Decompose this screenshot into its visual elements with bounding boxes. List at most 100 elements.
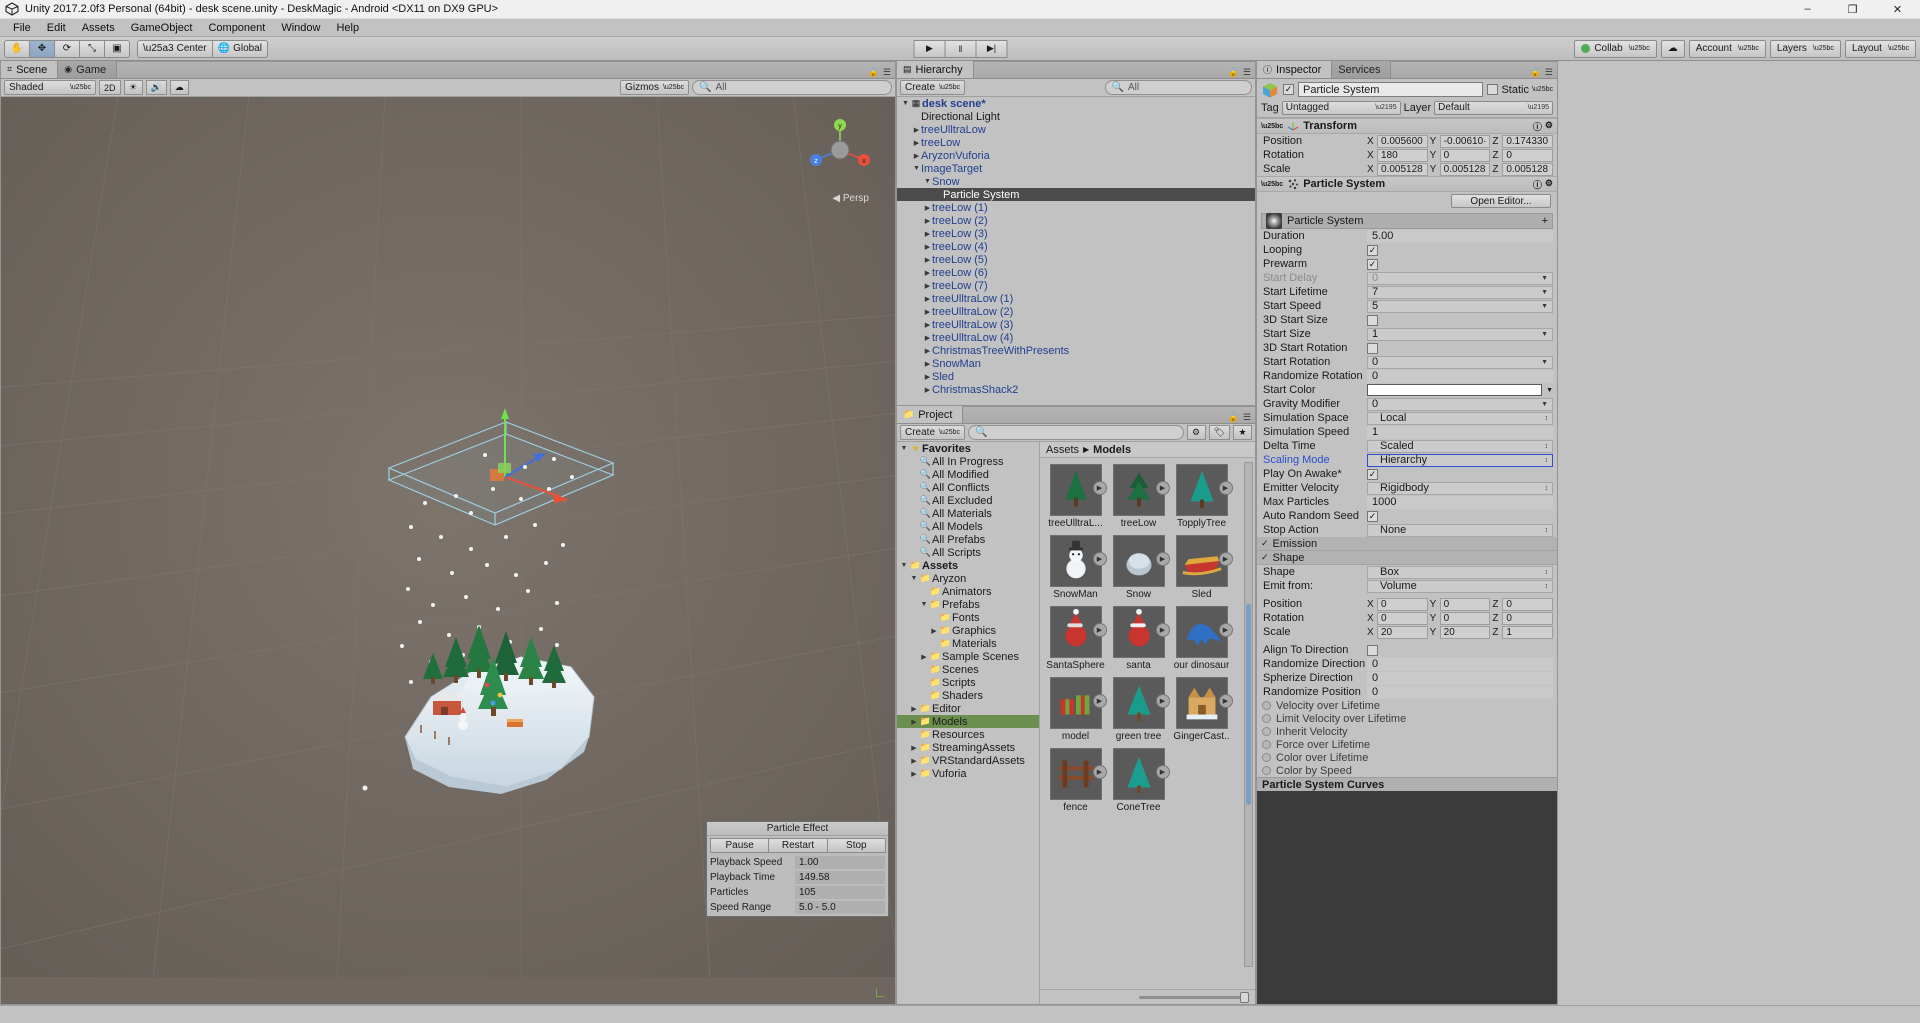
asset-expand-icon[interactable]: ▶ — [1218, 481, 1233, 495]
hierarchy-item[interactable]: ▶ treeUlltraLow (4) — [897, 331, 1255, 344]
toggle-2d-button[interactable]: 2D — [99, 80, 121, 95]
asset-thumbnail[interactable]: ▶ — [1112, 464, 1170, 516]
scale-tool-icon[interactable]: ⤡ — [79, 39, 105, 58]
vector3-y-field[interactable]: 0 — [1439, 148, 1491, 162]
fx-toggle-icon[interactable]: ☁ — [169, 80, 189, 95]
asset-grid[interactable]: ▶ treeUlltraL... ▶ treeLow ▶ TopplyTree ▶ SnowM… — [1040, 458, 1255, 989]
asset-item[interactable]: ▶ Sled — [1170, 535, 1233, 600]
property-value-field[interactable]: 5.00 — [1367, 229, 1553, 243]
expand-triangle-icon[interactable]: ▶ — [923, 256, 932, 264]
lock-icon[interactable]: 🔓 — [1228, 67, 1239, 78]
property-value-field[interactable]: 0 — [1367, 657, 1553, 671]
property-value-field[interactable]: Volume ↕ — [1367, 579, 1553, 593]
expand-triangle-icon[interactable]: ▼ — [899, 445, 909, 452]
module-toggle-row[interactable]: Limit Velocity over Lifetime — [1257, 712, 1557, 725]
property-checkbox[interactable]: ✓ — [1367, 258, 1378, 270]
project-tree-item[interactable]: ▼ 📁 Assets — [897, 559, 1039, 572]
hierarchy-item[interactable]: ▼ Snow — [897, 175, 1255, 188]
project-tree-item[interactable]: 🔍 All Conflicts — [897, 481, 1039, 494]
panel-menu-icon[interactable]: ☰ — [1243, 412, 1251, 423]
expand-triangle-icon[interactable]: ▶ — [923, 282, 932, 290]
layers-button[interactable]: Layers \u25bc — [1769, 39, 1841, 58]
asset-item[interactable]: ▶ treeUlltraL... — [1044, 464, 1107, 529]
module-toggle-icon[interactable] — [1262, 701, 1271, 710]
move-tool-icon[interactable]: ✥ — [29, 39, 55, 58]
hierarchy-item[interactable]: Directional Light — [897, 110, 1255, 123]
project-tree-item[interactable]: 🔍 All In Progress — [897, 455, 1039, 468]
collab-button[interactable]: Collab \u25bc — [1574, 39, 1657, 58]
project-tree-item[interactable]: ▶ 📁 VRStandardAssets — [897, 754, 1039, 767]
property-value-field[interactable]: Scaled ↕ — [1367, 439, 1553, 453]
project-tree-item[interactable]: ▼ 📁 Aryzon — [897, 572, 1039, 585]
collapse-triangle-icon[interactable]: \u25bc — [1261, 181, 1283, 188]
minimize-button[interactable]: – — [1785, 0, 1830, 19]
property-checkbox[interactable] — [1367, 314, 1378, 326]
expand-triangle-icon[interactable]: ▶ — [909, 770, 919, 778]
thumbnail-size-slider[interactable] — [1139, 991, 1249, 1003]
particle-curves-header[interactable]: Particle System Curves — [1257, 777, 1557, 791]
project-tree-item[interactable]: ▶ 📁 Models — [897, 715, 1039, 728]
asset-thumbnail[interactable]: ▶ — [1175, 677, 1233, 729]
asset-thumbnail[interactable]: ▶ — [1175, 606, 1233, 658]
expand-triangle-icon[interactable]: ▶ — [909, 757, 919, 765]
expand-triangle-icon[interactable]: ▶ — [919, 653, 929, 661]
panel-menu-icon[interactable]: ☰ — [883, 67, 891, 78]
project-tree-item[interactable]: ▶ 📁 Graphics — [897, 624, 1039, 637]
hierarchy-item[interactable]: ▶ treeUlltraLow — [897, 123, 1255, 136]
hierarchy-search-input[interactable]: 🔍 All — [1104, 80, 1253, 95]
project-tree-item[interactable]: 🔍 All Modified — [897, 468, 1039, 481]
transform-component-header[interactable]: \u25bc Transform ⓘ ⚙ — [1257, 118, 1557, 134]
check-icon[interactable]: ✓ — [1261, 538, 1269, 549]
asset-expand-icon[interactable]: ▶ — [1155, 694, 1170, 708]
expand-triangle-icon[interactable]: ▼ — [919, 601, 929, 608]
project-tree-item[interactable]: 📁 Materials — [897, 637, 1039, 650]
project-folder-tree[interactable]: ▼ ★ Favorites 🔍 All In Progress 🔍 All Modified… — [897, 442, 1040, 1004]
expand-triangle-icon[interactable]: ▶ — [912, 126, 921, 134]
expand-triangle-icon[interactable]: ▶ — [923, 204, 932, 212]
property-value-field[interactable]: Local ↕ — [1367, 411, 1553, 425]
chevron-down-icon[interactable]: \u25bc — [1532, 86, 1553, 93]
asset-expand-icon[interactable]: ▶ — [1155, 623, 1170, 637]
asset-thumbnail[interactable]: ▶ — [1049, 535, 1107, 587]
panel-menu-icon[interactable]: ☰ — [1243, 67, 1251, 78]
pause-particle-button[interactable]: Pause — [710, 838, 770, 853]
chevron-down-icon[interactable]: ▼ — [1541, 303, 1548, 310]
gizmos-dropdown[interactable]: Gizmos \u25bc — [620, 80, 689, 95]
project-tree-item[interactable]: 📁 Scripts — [897, 676, 1039, 689]
asset-item[interactable]: ▶ GingerCast.. — [1170, 677, 1233, 742]
asset-expand-icon[interactable]: ▶ — [1155, 765, 1170, 779]
property-value-field[interactable]: 1 — [1367, 425, 1553, 439]
menu-edit[interactable]: Edit — [39, 19, 74, 37]
vector3-z-field[interactable]: 0.174330 — [1502, 134, 1554, 148]
asset-thumbnail[interactable]: ▶ — [1175, 535, 1233, 587]
hierarchy-item[interactable]: ▶ treeUlltraLow (2) — [897, 305, 1255, 318]
pivot-toggle[interactable]: \u25a3 Center — [137, 39, 213, 58]
restart-particle-button[interactable]: Restart — [768, 838, 828, 853]
maximize-button[interactable]: ❐ — [1830, 0, 1875, 19]
particle-system-component-header[interactable]: \u25bc Particle System ⓘ ⚙ — [1257, 176, 1557, 192]
vector3-x-field[interactable]: 20 — [1377, 625, 1428, 639]
expand-triangle-icon[interactable]: ▼ — [912, 165, 921, 172]
expand-triangle-icon[interactable]: ▼ — [899, 562, 909, 569]
module-toggle-row[interactable]: Force over Lifetime — [1257, 738, 1557, 751]
project-tree-item[interactable]: 📁 Animators — [897, 585, 1039, 598]
expand-triangle-icon[interactable]: ▶ — [923, 308, 932, 316]
expand-triangle-icon[interactable]: ▶ — [923, 243, 932, 251]
tag-dropdown[interactable]: Untagged \u2195 — [1281, 100, 1401, 115]
vector3-y-field[interactable]: 0 — [1439, 597, 1491, 611]
asset-thumbnail[interactable]: ▶ — [1175, 464, 1233, 516]
help-icon[interactable]: ⓘ — [1533, 178, 1542, 191]
hierarchy-item[interactable]: ▶ treeUlltraLow (3) — [897, 318, 1255, 331]
property-value-field[interactable]: 7 ▼ — [1367, 285, 1553, 299]
chevron-down-icon[interactable]: ▼ — [1541, 359, 1548, 366]
static-checkbox[interactable] — [1487, 84, 1499, 95]
vector3-x-field[interactable]: 0 — [1377, 597, 1428, 611]
hierarchy-item[interactable]: ▼ ▦ desk scene* — [897, 97, 1255, 110]
property-value-field[interactable]: 0 — [1367, 369, 1553, 383]
expand-triangle-icon[interactable]: ▶ — [923, 373, 932, 381]
expand-triangle-icon[interactable]: ▶ — [923, 321, 932, 329]
playback-time-value[interactable]: 149.58 — [795, 871, 885, 884]
tab-services[interactable]: Services — [1332, 61, 1392, 78]
asset-item[interactable]: ▶ our dinosaur — [1170, 606, 1233, 671]
project-tree-item[interactable]: ▶ 📁 StreamingAssets — [897, 741, 1039, 754]
